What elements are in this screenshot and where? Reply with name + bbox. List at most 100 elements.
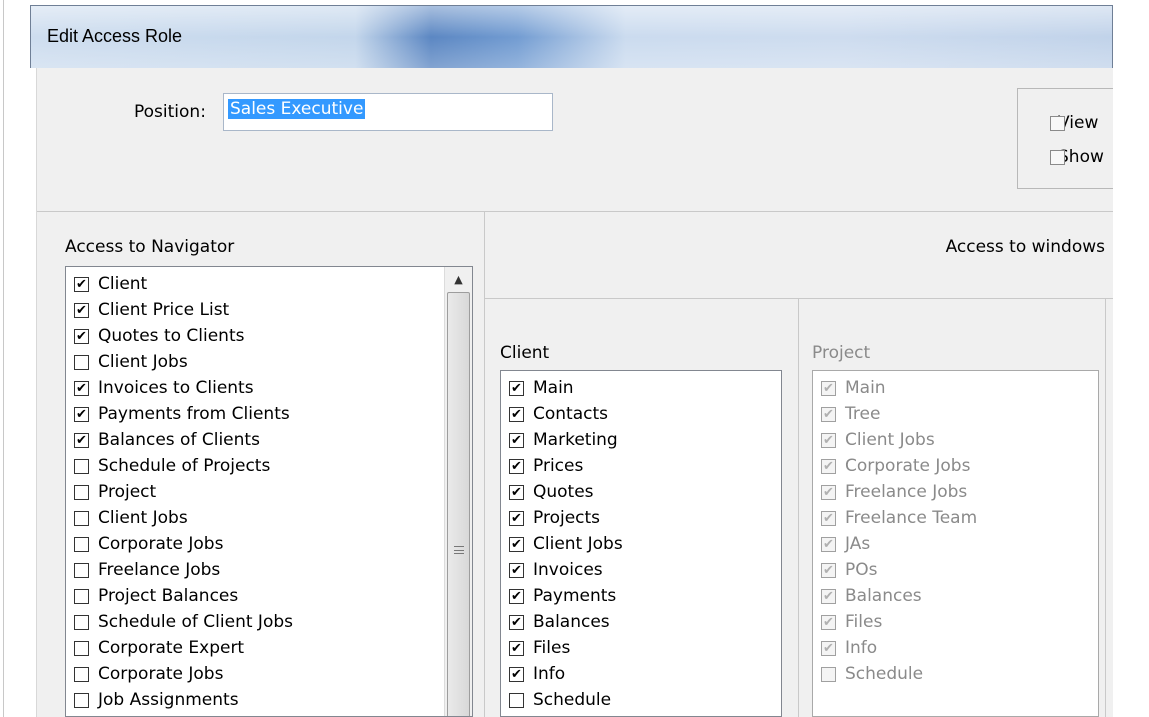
unchecked-checkbox[interactable] [74, 354, 89, 370]
list-item[interactable]: Client Jobs [74, 349, 293, 375]
windows-header: Access to windows [945, 237, 1105, 257]
checked-checkbox[interactable]: ✔ [74, 432, 89, 448]
unchecked-checkbox[interactable] [74, 588, 89, 604]
list-item-label: Main [845, 378, 886, 398]
list-item[interactable]: ✔ Client Price List [74, 297, 293, 323]
list-item[interactable]: ✔ Marketing [509, 427, 623, 453]
list-item-label: Invoices [533, 560, 603, 580]
list-item-label: Files [845, 612, 883, 632]
list-item: ✔ Freelance Team [821, 505, 977, 531]
checked-checkbox: ✔ [821, 406, 836, 422]
list-item[interactable]: Freelance Jobs [74, 557, 293, 583]
list-item-label: Client Price List [98, 300, 230, 320]
unchecked-checkbox[interactable] [74, 510, 89, 526]
checked-checkbox[interactable]: ✔ [509, 510, 524, 526]
checked-checkbox[interactable]: ✔ [509, 666, 524, 682]
list-item[interactable]: ✔ Quotes [509, 479, 623, 505]
checked-checkbox[interactable]: ✔ [509, 536, 524, 552]
unchecked-checkbox[interactable] [74, 640, 89, 656]
checked-checkbox[interactable]: ✔ [509, 588, 524, 604]
project-windows-list: ✔ Main ✔ Tree ✔ Client Jobs ✔ Corporate Jobs ✔ Fr… [812, 370, 1099, 717]
list-item[interactable]: Client Jobs [74, 505, 293, 531]
checked-checkbox[interactable]: ✔ [74, 302, 89, 318]
client-section-label: Client [500, 343, 550, 363]
checked-checkbox[interactable]: ✔ [74, 380, 89, 396]
list-item[interactable]: ✔ Prices [509, 453, 623, 479]
list-item[interactable]: Project [74, 479, 293, 505]
checked-checkbox[interactable]: ✔ [74, 406, 89, 422]
scroll-up-arrow-icon[interactable]: ▲ [445, 267, 472, 291]
list-item-label: Project [98, 482, 157, 502]
list-item[interactable]: Project Balances [74, 583, 293, 609]
edit-access-role-dialog: Edit Access Role Position: Sales Executi… [30, 5, 1113, 717]
list-item-label: Balances of Clients [98, 430, 260, 450]
list-item-label: Client [98, 274, 148, 294]
scroll-thumb[interactable] [447, 292, 470, 716]
dialog-title: Edit Access Role [47, 26, 183, 46]
list-item[interactable]: Corporate Jobs [74, 661, 293, 687]
list-item[interactable]: ✔ Payments from Clients [74, 401, 293, 427]
list-item[interactable]: ✔ Balances of Clients [74, 427, 293, 453]
windows-divider [485, 298, 1113, 299]
checked-checkbox[interactable]: ✔ [509, 380, 524, 396]
list-item-label: Main [533, 378, 574, 398]
list-item[interactable]: ✔ Invoices [509, 557, 623, 583]
checked-checkbox[interactable]: ✔ [509, 458, 524, 474]
list-item[interactable]: ✔ Client [74, 271, 293, 297]
list-item: ✔ Main [821, 375, 977, 401]
scroll-grip-icon [454, 546, 464, 554]
navigator-scrollbar[interactable]: ▲ [444, 267, 472, 716]
list-item-label: Job Assignments [98, 690, 239, 710]
option-view[interactable]: View [1034, 113, 1098, 133]
checked-checkbox[interactable]: ✔ [509, 562, 524, 578]
view-checkbox[interactable] [1050, 115, 1065, 131]
list-item[interactable]: Schedule [509, 687, 623, 713]
navigator-list[interactable]: ✔ Client ✔ Client Price List ✔ Quotes to Clie… [65, 266, 473, 717]
list-item-label: Info [845, 638, 878, 658]
unchecked-checkbox[interactable] [74, 562, 89, 578]
list-item: ✔ Files [821, 609, 977, 635]
list-item-label: Invoices to Clients [98, 378, 254, 398]
list-item[interactable]: ✔ Main [509, 375, 623, 401]
list-item-label: Corporate Jobs [98, 534, 224, 554]
checked-checkbox[interactable]: ✔ [74, 328, 89, 344]
checked-checkbox[interactable]: ✔ [509, 484, 524, 500]
list-item[interactable]: Corporate Expert [74, 635, 293, 661]
checked-checkbox[interactable]: ✔ [509, 406, 524, 422]
unchecked-checkbox[interactable] [509, 692, 524, 708]
list-item[interactable]: ✔ Info [509, 661, 623, 687]
unchecked-checkbox[interactable] [74, 666, 89, 682]
list-item[interactable]: ✔ Quotes to Clients [74, 323, 293, 349]
list-item: ✔ POs [821, 557, 977, 583]
list-item[interactable]: ✔ Client Jobs [509, 531, 623, 557]
unchecked-checkbox[interactable] [74, 536, 89, 552]
list-item-label: Payments [533, 586, 617, 606]
checked-checkbox[interactable]: ✔ [509, 640, 524, 656]
list-item[interactable]: Schedule of Projects [74, 453, 293, 479]
checked-checkbox[interactable]: ✔ [509, 614, 524, 630]
checked-checkbox[interactable]: ✔ [74, 276, 89, 292]
list-item[interactable]: ✔ Files [509, 635, 623, 661]
list-item[interactable]: ✔ Invoices to Clients [74, 375, 293, 401]
unchecked-checkbox[interactable] [74, 458, 89, 474]
list-item[interactable]: Schedule of Client Jobs [74, 609, 293, 635]
checked-checkbox[interactable]: ✔ [509, 432, 524, 448]
list-item[interactable]: Job Assignments [74, 687, 293, 713]
position-input[interactable]: Sales Executive [223, 93, 553, 131]
client-windows-list[interactable]: ✔ Main ✔ Contacts ✔ Marketing ✔ Prices ✔ Quotes ✔ P… [500, 370, 782, 717]
unchecked-checkbox[interactable] [74, 484, 89, 500]
list-item[interactable]: Corporate Jobs [74, 531, 293, 557]
list-item[interactable]: ✔ Balances [509, 609, 623, 635]
show-checkbox[interactable] [1050, 149, 1065, 165]
client-items: ✔ Main ✔ Contacts ✔ Marketing ✔ Prices ✔ Quotes ✔ P… [509, 375, 623, 713]
title-bar-glass [31, 6, 1112, 68]
list-item-label: Client Jobs [533, 534, 623, 554]
title-bar[interactable]: Edit Access Role [30, 5, 1113, 68]
list-item[interactable]: ✔ Payments [509, 583, 623, 609]
unchecked-checkbox[interactable] [74, 692, 89, 708]
option-show[interactable]: Show [1034, 147, 1104, 167]
list-item[interactable]: ✔ Projects [509, 505, 623, 531]
list-item[interactable]: ✔ Contacts [509, 401, 623, 427]
unchecked-checkbox[interactable] [74, 614, 89, 630]
list-item-label: Balances [845, 586, 922, 606]
